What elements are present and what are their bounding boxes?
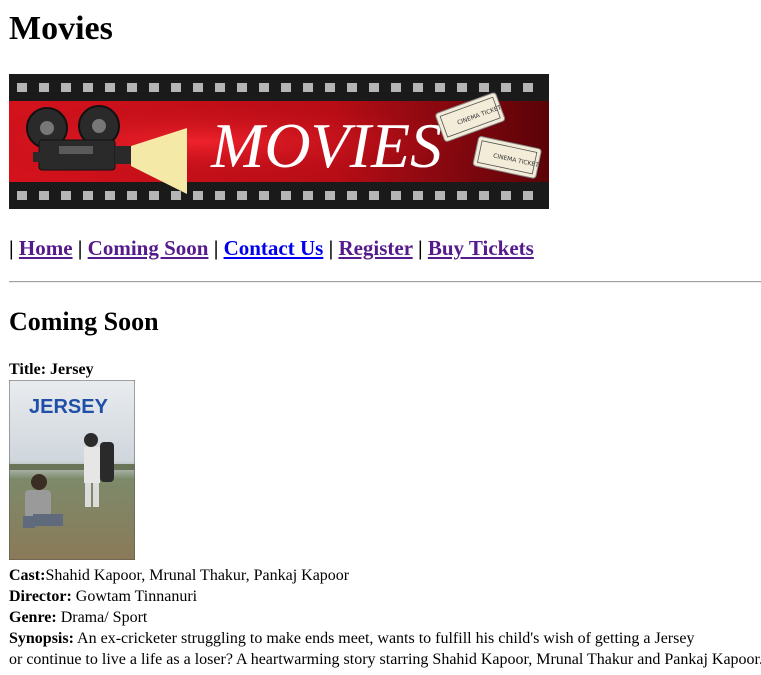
synopsis-text-line-2: or continue to live a life as a loser? A…	[9, 651, 761, 668]
nav-link-coming-soon[interactable]: Coming Soon	[88, 236, 209, 260]
movie-poster-image: JERSEY	[9, 380, 135, 560]
genre-label: Genre:	[9, 609, 57, 626]
movies-banner-image: MOVIES CINEMA TICKET CINEMA TICKET	[9, 74, 549, 209]
genre-value: Drama/ Sport	[56, 609, 148, 626]
movie-title: Title: Jersey	[9, 361, 94, 378]
cast-label: Cast:	[9, 567, 46, 584]
nav-link-register[interactable]: Register	[338, 236, 412, 260]
nav-separator: |	[328, 236, 334, 260]
banner-movies-text: MOVIES	[210, 110, 442, 181]
nav-separator: |	[77, 236, 83, 260]
page: Movies MOVIES CINEMA TICKET CINEMA TICKE…	[0, 0, 761, 675]
nav-separator: |	[417, 236, 423, 260]
director-label: Director:	[9, 588, 72, 605]
cast-value: Shahid Kapoor, Mrunal Thakur, Pankaj Kap…	[45, 567, 350, 584]
nav-separator: |	[213, 236, 219, 260]
synopsis-label: Synopsis:	[9, 630, 74, 647]
divider	[9, 281, 761, 283]
nav-link-buy-tickets[interactable]: Buy Tickets	[428, 236, 534, 260]
nav-link-contact-us[interactable]: Contact Us	[224, 236, 324, 260]
page-title: Movies	[9, 10, 113, 47]
poster-title-text: JERSEY	[29, 396, 109, 418]
synopsis-text-line-1: An ex-cricketer struggling to make ends …	[73, 630, 695, 647]
main-nav: | Home | Coming Soon | Contact Us | Regi…	[9, 235, 534, 261]
cast-row: Cast:Shahid Kapoor, Mrunal Thakur, Panka…	[9, 565, 761, 586]
director-value: Gowtam Tinnanuri	[71, 588, 198, 605]
genre-row: Genre: Drama/ Sport	[9, 607, 761, 628]
synopsis-row: Synopsis: An ex-cricketer struggling to …	[9, 628, 761, 649]
director-row: Director: Gowtam Tinnanuri	[9, 586, 761, 607]
synopsis-row-continued: or continue to live a life as a loser? A…	[9, 649, 761, 670]
nav-separator: |	[9, 236, 14, 260]
nav-link-home[interactable]: Home	[19, 236, 73, 260]
section-heading: Coming Soon	[9, 307, 159, 336]
movie-details: Cast:Shahid Kapoor, Mrunal Thakur, Panka…	[9, 565, 761, 670]
